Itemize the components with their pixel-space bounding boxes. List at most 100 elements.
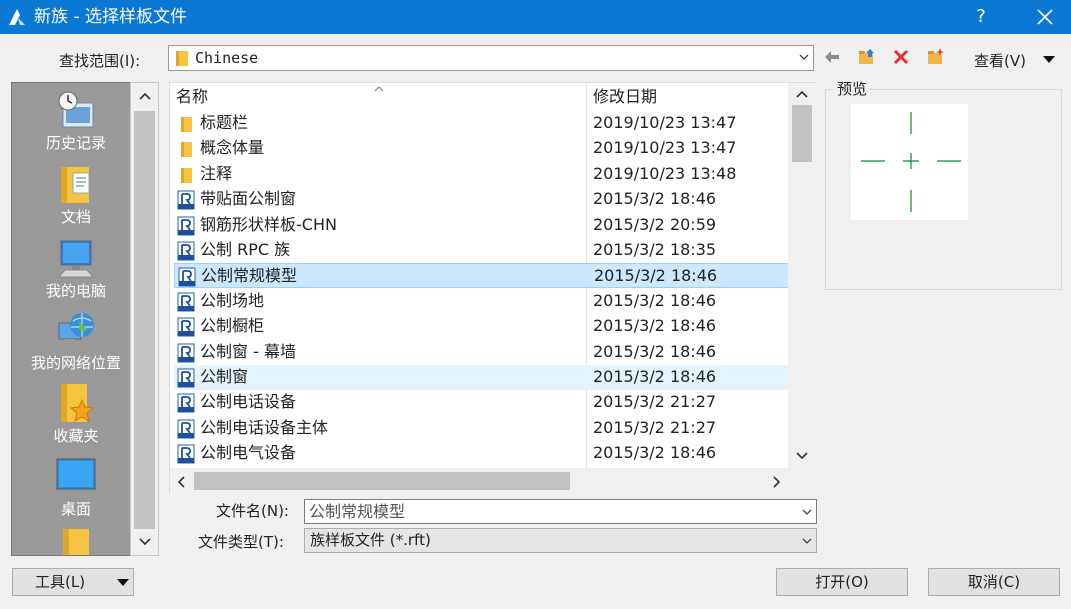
file-list-row[interactable]: 公制电气设备 2015/3/2 18:46	[174, 441, 791, 466]
lookin-combobox[interactable]: Chinese	[168, 45, 814, 71]
file-list-row[interactable]: 公制电话设备 2015/3/2 21:27	[174, 390, 791, 415]
delete-icon[interactable]	[891, 47, 911, 67]
chevron-down-icon[interactable]	[801, 535, 813, 547]
help-button[interactable]: ?	[964, 0, 998, 34]
filename-label: 文件名(N):	[216, 502, 289, 520]
chevron-left-icon[interactable]	[176, 475, 186, 489]
filetype-value: 族样板文件 (*.rft)	[310, 531, 431, 549]
file-name: 标题栏	[200, 113, 249, 132]
tools-button-label: 工具(L)	[35, 573, 86, 591]
history-icon	[58, 91, 94, 128]
file-modified-date: 2019/10/23 13:47	[593, 138, 737, 158]
place-computer[interactable]: 我的电脑	[12, 237, 140, 301]
place-label: 我的电脑	[45, 282, 106, 300]
file-modified-date: 2015/3/2 20:59	[593, 214, 717, 234]
file-list-row[interactable]: 注释 2019/10/23 13:48	[174, 162, 791, 187]
back-arrow-icon[interactable]	[822, 47, 842, 67]
place-favorites[interactable]: 收藏夹	[12, 382, 140, 446]
network-icon	[58, 313, 94, 342]
chevron-down-icon[interactable]	[795, 451, 809, 461]
chevron-up-icon[interactable]	[795, 89, 809, 99]
view-menu-button[interactable]: 查看(V)	[974, 51, 1026, 71]
window-title: 新族 - 选择样板文件	[34, 7, 187, 27]
file-list-row[interactable]: 概念体量 2019/10/23 13:47	[174, 136, 791, 161]
places-scroll-thumb[interactable]	[134, 111, 155, 529]
folder-icon	[181, 167, 192, 183]
file-modified-date: 2015/3/2 18:46	[593, 290, 717, 310]
rft-file-icon	[177, 444, 195, 464]
scroll-corner	[788, 468, 816, 494]
file-modified-date: 2015/3/2 18:46	[593, 367, 717, 386]
file-list-row[interactable]: 公制场地 2015/3/2 18:46	[174, 289, 791, 314]
place-label: 收藏夹	[53, 427, 99, 445]
vertical-scroll-thumb[interactable]	[792, 105, 812, 162]
file-list-row[interactable]: 公制橱柜 2015/3/2 18:46	[174, 314, 791, 339]
file-name: 概念体量	[200, 138, 265, 158]
rft-file-icon	[177, 393, 195, 413]
chevron-down-icon[interactable]	[801, 506, 813, 518]
file-list-vertical-scrollbar[interactable]	[788, 83, 816, 468]
rft-file-icon	[177, 292, 195, 312]
file-modified-date: 2019/10/23 13:47	[593, 113, 737, 132]
filetype-combobox[interactable]: 族样板文件 (*.rft)	[304, 528, 817, 553]
file-modified-date: 2015/3/2 18:46	[593, 443, 717, 463]
lookin-label: 查找范围(I):	[59, 52, 141, 70]
chevron-down-icon[interactable]	[138, 537, 152, 547]
horizontal-scroll-thumb[interactable]	[194, 472, 570, 490]
file-list-row[interactable]: 公制窗 2015/3/2 18:46	[174, 365, 791, 390]
file-list-row[interactable]: 公制电话设备主体 2015/3/2 21:27	[174, 416, 791, 441]
place-documents[interactable]: 文档	[12, 163, 140, 227]
rft-file-icon	[177, 317, 195, 337]
file-name: 公制窗	[200, 367, 249, 386]
column-header-name[interactable]: 名称	[176, 83, 208, 111]
file-modified-date: 2015/3/2 21:27	[593, 417, 717, 437]
file-modified-date: 2015/3/2 18:46	[594, 266, 718, 286]
place-network[interactable]: 我的网络位置	[12, 309, 140, 373]
place-label: 历史记录	[45, 134, 106, 152]
file-list-row[interactable]: 标题栏 2019/10/23 13:47	[174, 111, 791, 136]
place-desktop[interactable]: 桌面	[12, 455, 140, 519]
file-list-row[interactable]: 公制窗 - 幕墙 2015/3/2 18:46	[174, 340, 791, 365]
close-button[interactable]	[1023, 0, 1067, 34]
file-name: 公制场地	[200, 290, 265, 310]
place-history[interactable]: 历史记录	[12, 89, 140, 153]
rft-file-icon	[177, 190, 195, 210]
file-list-row[interactable]: 带贴面公制窗 2015/3/2 18:46	[174, 187, 791, 212]
file-name: 公制橱柜	[200, 316, 265, 336]
file-list-row[interactable]: 公制 RPC 族 2015/3/2 18:35	[174, 238, 791, 263]
filename-input[interactable]: 公制常规模型	[304, 499, 817, 524]
places-scrollbar[interactable]	[130, 82, 159, 556]
file-name: 钢筋形状样板-CHN	[200, 214, 337, 234]
folder-icon	[181, 142, 192, 158]
rft-file-icon	[177, 368, 195, 388]
up-folder-icon[interactable]	[857, 47, 877, 67]
open-button[interactable]: 打开(O)	[776, 568, 908, 596]
chevron-down-icon[interactable]	[798, 51, 810, 63]
file-list-row[interactable]: 钢筋形状样板-CHN 2015/3/2 20:59	[174, 213, 791, 238]
chevron-up-icon[interactable]	[138, 91, 152, 101]
file-modified-date: 2015/3/2 18:46	[593, 341, 717, 361]
sort-ascending-icon	[374, 86, 384, 92]
file-modified-date: 2015/3/2 18:46	[593, 316, 717, 336]
place-label: 我的网络位置	[30, 354, 121, 372]
file-list-row[interactable]: 公制常规模型 2015/3/2 18:46	[174, 263, 791, 289]
file-modified-date: 2015/3/2 21:27	[593, 392, 717, 412]
file-name: 公制 RPC 族	[200, 240, 291, 259]
view-menu-arrow-icon[interactable]	[1043, 56, 1055, 63]
file-name: 公制电话设备主体	[200, 417, 329, 437]
file-list[interactable]: 名称 修改日期 标题栏 2019/10/23 13:47 概念体量 2019/10/2…	[169, 82, 816, 494]
file-list-horizontal-scrollbar[interactable]	[170, 468, 788, 494]
rft-file-icon	[177, 343, 195, 363]
place-folder[interactable]	[12, 527, 140, 555]
rft-file-icon	[177, 419, 195, 439]
chevron-right-icon[interactable]	[772, 475, 782, 489]
new-folder-icon[interactable]	[926, 47, 946, 67]
file-name: 注释	[200, 163, 233, 183]
tools-button[interactable]: 工具(L)	[12, 568, 134, 596]
folder-icon	[63, 529, 89, 555]
column-header-date[interactable]: 修改日期	[593, 83, 657, 111]
file-modified-date: 2015/3/2 18:46	[593, 189, 717, 209]
cancel-button[interactable]: 取消(C)	[928, 568, 1060, 596]
favorites-icon	[61, 384, 95, 423]
rft-file-icon	[177, 216, 195, 236]
